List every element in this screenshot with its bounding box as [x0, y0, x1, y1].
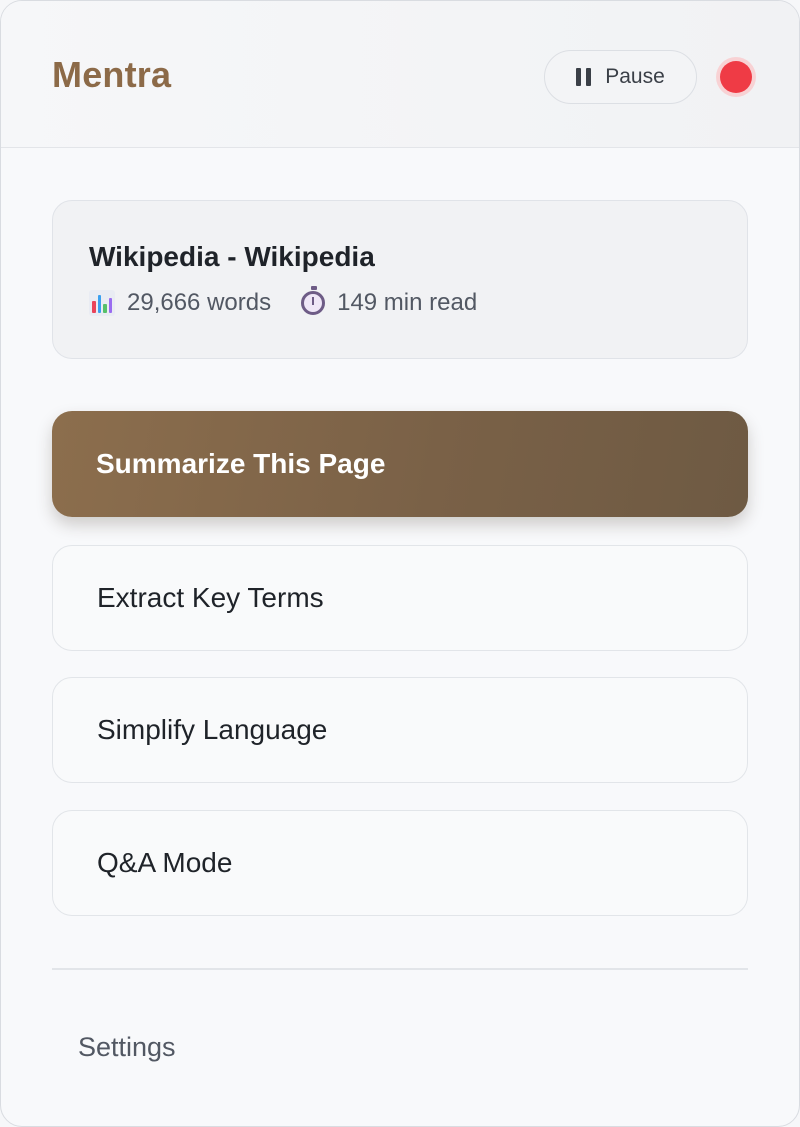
- page-title: Wikipedia - Wikipedia: [89, 241, 375, 272]
- pause-icon: [576, 67, 592, 87]
- summarize-page-button[interactable]: Summarize This Page: [52, 411, 748, 517]
- extension-panel: Mentra Pause Wikipedia - Wikipedia 29,66…: [0, 0, 800, 1127]
- qa-mode-button[interactable]: Q&A Mode: [52, 810, 748, 916]
- divider: [52, 968, 748, 970]
- pause-button[interactable]: Pause: [544, 50, 697, 104]
- bar-chart-icon: [89, 290, 115, 316]
- read-time: 149 min read: [337, 289, 478, 316]
- brand-name: Mentra: [52, 54, 172, 95]
- word-count: 29,666 words: [127, 289, 272, 316]
- stopwatch-icon: [301, 286, 326, 315]
- pause-label: Pause: [605, 65, 665, 88]
- page-stats: 29,666 words 149 min read: [89, 286, 478, 317]
- page-info-card: Wikipedia - Wikipedia 29,666 words 149 m…: [52, 200, 748, 359]
- word-count-stat: 29,666 words: [89, 289, 271, 317]
- recording-status-indicator: [720, 61, 752, 93]
- read-time-stat: 149 min read: [301, 286, 478, 317]
- settings-link[interactable]: Settings: [78, 1032, 176, 1063]
- extract-key-terms-button[interactable]: Extract Key Terms: [52, 545, 748, 651]
- header: Mentra Pause: [1, 1, 799, 148]
- simplify-language-button[interactable]: Simplify Language: [52, 677, 748, 783]
